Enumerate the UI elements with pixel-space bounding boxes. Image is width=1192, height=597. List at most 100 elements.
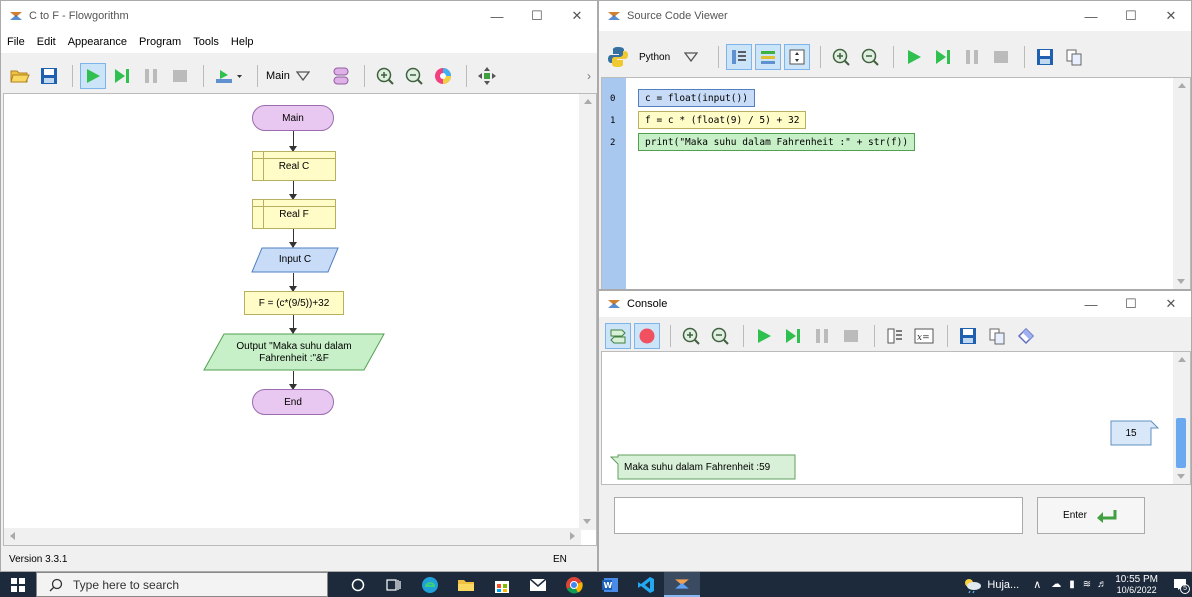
battery-icon[interactable]: ▮ (1069, 579, 1075, 590)
layout-arrows-icon[interactable] (474, 63, 500, 89)
close-button[interactable]: ✕ (1151, 291, 1191, 317)
save-icon[interactable] (955, 323, 981, 349)
minimize-button[interactable]: — (477, 1, 517, 31)
step-icon[interactable] (109, 63, 135, 89)
save-icon[interactable] (36, 63, 62, 89)
flowchart-canvas[interactable]: Main Real C Real F Input C F = (c*(9/5))… (3, 93, 597, 546)
run-icon[interactable] (80, 63, 106, 89)
eraser-icon[interactable] (1013, 323, 1039, 349)
run-icon[interactable] (901, 44, 927, 70)
chrome-icon[interactable] (556, 572, 592, 597)
maximize-button[interactable]: ☐ (1111, 291, 1151, 317)
clock[interactable]: 10:55 PM 10/6/2022 (1115, 574, 1158, 596)
maximize-button[interactable]: ☐ (1111, 1, 1151, 31)
flow-end-terminal[interactable]: End (252, 389, 334, 415)
step-icon[interactable] (930, 44, 956, 70)
console-titlebar[interactable]: Console — ☐ ✕ (599, 291, 1191, 317)
zoom-in-icon[interactable] (372, 63, 398, 89)
menu-tools[interactable]: Tools (193, 36, 219, 48)
code-vertical-scrollbar[interactable] (1173, 78, 1190, 289)
open-folder-icon[interactable] (7, 63, 33, 89)
windows-start-icon[interactable] (0, 572, 36, 597)
zoom-out-icon[interactable] (707, 323, 733, 349)
console-input-field[interactable] (614, 497, 1023, 534)
store-icon[interactable] (484, 572, 520, 597)
scroll-up-arrow-icon[interactable] (1177, 357, 1186, 362)
minimize-button[interactable]: — (1071, 291, 1111, 317)
stop-icon[interactable] (838, 323, 864, 349)
pause-icon[interactable] (809, 323, 835, 349)
wifi-icon[interactable]: ≋ (1083, 579, 1091, 590)
source-viewer-titlebar[interactable]: Source Code Viewer — ☐ ✕ (599, 1, 1191, 31)
flow-assign-f[interactable]: F = (c*(9/5))+32 (244, 291, 344, 315)
manage-functions-icon[interactable] (328, 63, 354, 89)
stop-icon[interactable] (167, 63, 193, 89)
weather-text[interactable]: Huja... (987, 579, 1019, 591)
vscode-icon[interactable] (628, 572, 664, 597)
flow-output[interactable] (202, 333, 386, 371)
variables-icon[interactable]: x= (911, 323, 937, 349)
zoom-in-icon[interactable] (828, 44, 854, 70)
notification-icon[interactable]: 5 (1168, 572, 1192, 597)
save-icon[interactable] (1032, 44, 1058, 70)
volume-icon[interactable]: ♬ (1097, 579, 1107, 590)
flowchart-vertical-scrollbar[interactable] (579, 94, 596, 530)
menu-file[interactable]: File (7, 36, 25, 48)
pause-icon[interactable] (959, 44, 985, 70)
console-output-area[interactable]: 15 Maka suhu dalam Fahrenheit :59 (601, 351, 1191, 485)
menu-edit[interactable]: Edit (37, 36, 56, 48)
flowgorithm-titlebar[interactable]: C to F - Flowgorithm — ☐ ✕ (1, 1, 597, 31)
scroll-right-arrow-icon[interactable] (570, 532, 575, 540)
highlight-lines-icon[interactable] (755, 44, 781, 70)
zoom-out-icon[interactable] (857, 44, 883, 70)
toolbar-overflow-icon[interactable]: › (587, 69, 591, 83)
color-palette-icon[interactable] (430, 63, 456, 89)
menu-program[interactable]: Program (139, 36, 181, 48)
code-line[interactable]: c = float(input()) (638, 89, 755, 107)
edge-icon[interactable] (412, 572, 448, 597)
onedrive-icon[interactable]: ☁ (1051, 579, 1061, 590)
flowgorithm-taskbar-icon[interactable] (664, 572, 700, 597)
step-icon[interactable] (780, 323, 806, 349)
scroll-down-arrow-icon[interactable] (1177, 474, 1185, 479)
flow-declare-c[interactable]: Real C (252, 151, 336, 181)
copy-icon[interactable] (1061, 44, 1087, 70)
scroll-up-arrow-icon[interactable] (583, 99, 592, 104)
close-button[interactable]: ✕ (557, 1, 597, 31)
cortana-icon[interactable] (340, 572, 376, 597)
run-icon[interactable] (751, 323, 777, 349)
console-vertical-scrollbar[interactable] (1173, 352, 1190, 484)
flowchart-horizontal-scrollbar[interactable] (4, 528, 581, 545)
layout-icon[interactable] (882, 323, 908, 349)
code-area[interactable]: 0 1 2 c = float(input()) f = c * (float(… (601, 77, 1191, 289)
scroll-thumb[interactable] (1176, 418, 1186, 468)
maximize-button[interactable]: ☐ (517, 1, 557, 31)
stop-icon[interactable] (988, 44, 1014, 70)
taskbar-search-box[interactable]: Type here to search (36, 572, 328, 597)
word-icon[interactable]: W (592, 572, 628, 597)
menu-help[interactable]: Help (231, 36, 254, 48)
file-explorer-icon[interactable] (448, 572, 484, 597)
fit-view-icon[interactable] (784, 44, 810, 70)
chat-view-icon[interactable] (605, 323, 631, 349)
task-view-icon[interactable] (376, 572, 412, 597)
close-button[interactable]: ✕ (1151, 1, 1191, 31)
copy-icon[interactable] (984, 323, 1010, 349)
minimize-button[interactable]: — (1071, 1, 1111, 31)
scroll-down-arrow-icon[interactable] (583, 519, 591, 524)
chevron-up-icon[interactable]: ∧ (1033, 578, 1041, 591)
code-line[interactable]: print("Maka suhu dalam Fahrenheit :" + s… (638, 133, 916, 151)
speed-icon[interactable] (211, 63, 247, 89)
stop-red-icon[interactable] (634, 323, 660, 349)
menu-appearance[interactable]: Appearance (68, 36, 127, 48)
scroll-up-arrow-icon[interactable] (1177, 83, 1186, 88)
line-numbers-icon[interactable] (726, 44, 752, 70)
code-line[interactable]: f = c * (float(9) / 5) + 32 (638, 111, 807, 129)
language-select[interactable]: Python (634, 44, 708, 70)
zoom-out-icon[interactable] (401, 63, 427, 89)
flow-main-terminal[interactable]: Main (252, 105, 334, 131)
enter-button[interactable]: Enter (1037, 497, 1145, 534)
pause-icon[interactable] (138, 63, 164, 89)
mail-icon[interactable] (520, 572, 556, 597)
zoom-in-icon[interactable] (678, 323, 704, 349)
